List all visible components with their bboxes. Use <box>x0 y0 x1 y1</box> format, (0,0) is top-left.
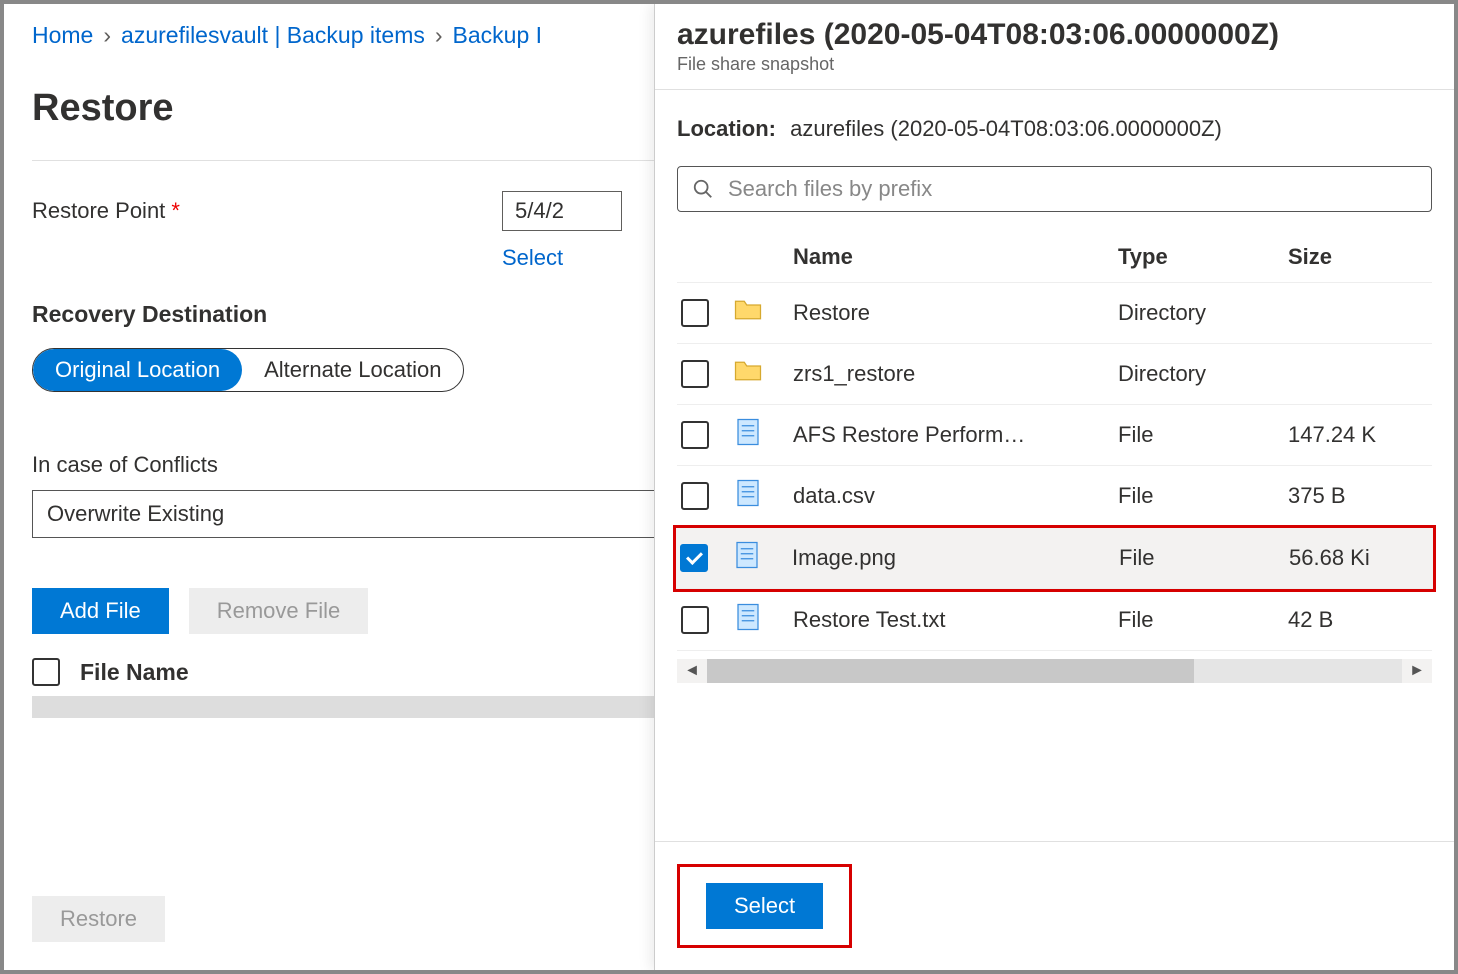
file-icon <box>733 602 793 638</box>
row-name: Restore <box>793 300 1118 326</box>
row-checkbox[interactable] <box>681 360 709 388</box>
select-button[interactable]: Select <box>706 883 823 929</box>
row-type: Directory <box>1118 361 1288 387</box>
add-file-button[interactable]: Add File <box>32 588 169 634</box>
table-row[interactable]: zrs1_restoreDirectory <box>677 344 1432 405</box>
row-name: Image.png <box>792 545 1119 571</box>
row-type: File <box>1119 545 1289 571</box>
scroll-left-icon[interactable]: ◄ <box>677 662 707 680</box>
col-type: Type <box>1118 244 1288 270</box>
row-name: Restore Test.txt <box>793 607 1118 633</box>
table-row[interactable]: data.csvFile375 B <box>677 466 1432 527</box>
row-checkbox[interactable] <box>681 482 709 510</box>
col-name: Name <box>793 244 1118 270</box>
search-input[interactable] <box>677 166 1432 212</box>
folder-icon <box>733 356 793 392</box>
search-icon <box>692 178 714 200</box>
breadcrumb-backup[interactable]: Backup I <box>453 22 543 49</box>
row-type: File <box>1118 483 1288 509</box>
file-name-column: File Name <box>80 659 189 686</box>
row-size: 42 B <box>1288 607 1428 633</box>
restore-button[interactable]: Restore <box>32 896 165 942</box>
row-type: File <box>1118 607 1288 633</box>
folder-icon <box>733 295 793 331</box>
row-size: 375 B <box>1288 483 1428 509</box>
horizontal-scrollbar[interactable]: ◄ ► <box>677 659 1432 683</box>
scroll-right-icon[interactable]: ► <box>1402 662 1432 680</box>
table-row[interactable]: AFS Restore Perform…File147.24 K <box>677 405 1432 466</box>
row-checkbox[interactable] <box>681 606 709 634</box>
file-icon <box>732 540 792 576</box>
select-all-checkbox[interactable] <box>32 658 60 686</box>
file-icon <box>733 478 793 514</box>
toggle-alternate-location[interactable]: Alternate Location <box>242 349 463 391</box>
row-name: AFS Restore Perform… <box>793 422 1118 448</box>
flyout-title: azurefiles (2020-05-04T08:03:06.0000000Z… <box>677 18 1432 52</box>
breadcrumb-home[interactable]: Home <box>32 22 93 49</box>
breadcrumb-vault[interactable]: azurefilesvault | Backup items <box>121 22 425 49</box>
location-row: Location: azurefiles (2020-05-04T08:03:0… <box>677 116 1432 142</box>
remove-file-button[interactable]: Remove File <box>189 588 368 634</box>
chevron-right-icon: › <box>435 22 443 49</box>
table-row[interactable]: Image.pngFile56.68 Ki <box>676 528 1433 589</box>
selected-row-highlight: Image.pngFile56.68 Ki <box>673 525 1436 592</box>
row-name: zrs1_restore <box>793 361 1118 387</box>
table-row[interactable]: Restore Test.txtFile42 B <box>677 590 1432 651</box>
file-icon <box>733 417 793 453</box>
conflicts-select[interactable]: Overwrite Existing <box>32 490 672 538</box>
file-picker-flyout: azurefiles (2020-05-04T08:03:06.0000000Z… <box>654 4 1454 970</box>
search-field[interactable] <box>726 175 1417 203</box>
row-size: 147.24 K <box>1288 422 1428 448</box>
row-checkbox[interactable] <box>680 544 708 572</box>
row-type: File <box>1118 422 1288 448</box>
chevron-right-icon: › <box>103 22 111 49</box>
row-type: Directory <box>1118 300 1288 326</box>
recovery-destination-toggle: Original Location Alternate Location <box>32 348 464 392</box>
select-button-highlight: Select <box>677 864 852 948</box>
file-list-empty <box>32 696 672 718</box>
flyout-subtitle: File share snapshot <box>677 54 1432 75</box>
restore-point-input[interactable]: 5/4/2 <box>502 191 622 231</box>
table-row[interactable]: RestoreDirectory <box>677 283 1432 344</box>
col-size: Size <box>1288 244 1428 270</box>
row-name: data.csv <box>793 483 1118 509</box>
restore-point-label: Restore Point * <box>32 198 472 224</box>
table-header: Name Type Size <box>677 232 1432 283</box>
toggle-original-location[interactable]: Original Location <box>33 349 242 391</box>
row-checkbox[interactable] <box>681 421 709 449</box>
row-checkbox[interactable] <box>681 299 709 327</box>
row-size: 56.68 Ki <box>1289 545 1429 571</box>
